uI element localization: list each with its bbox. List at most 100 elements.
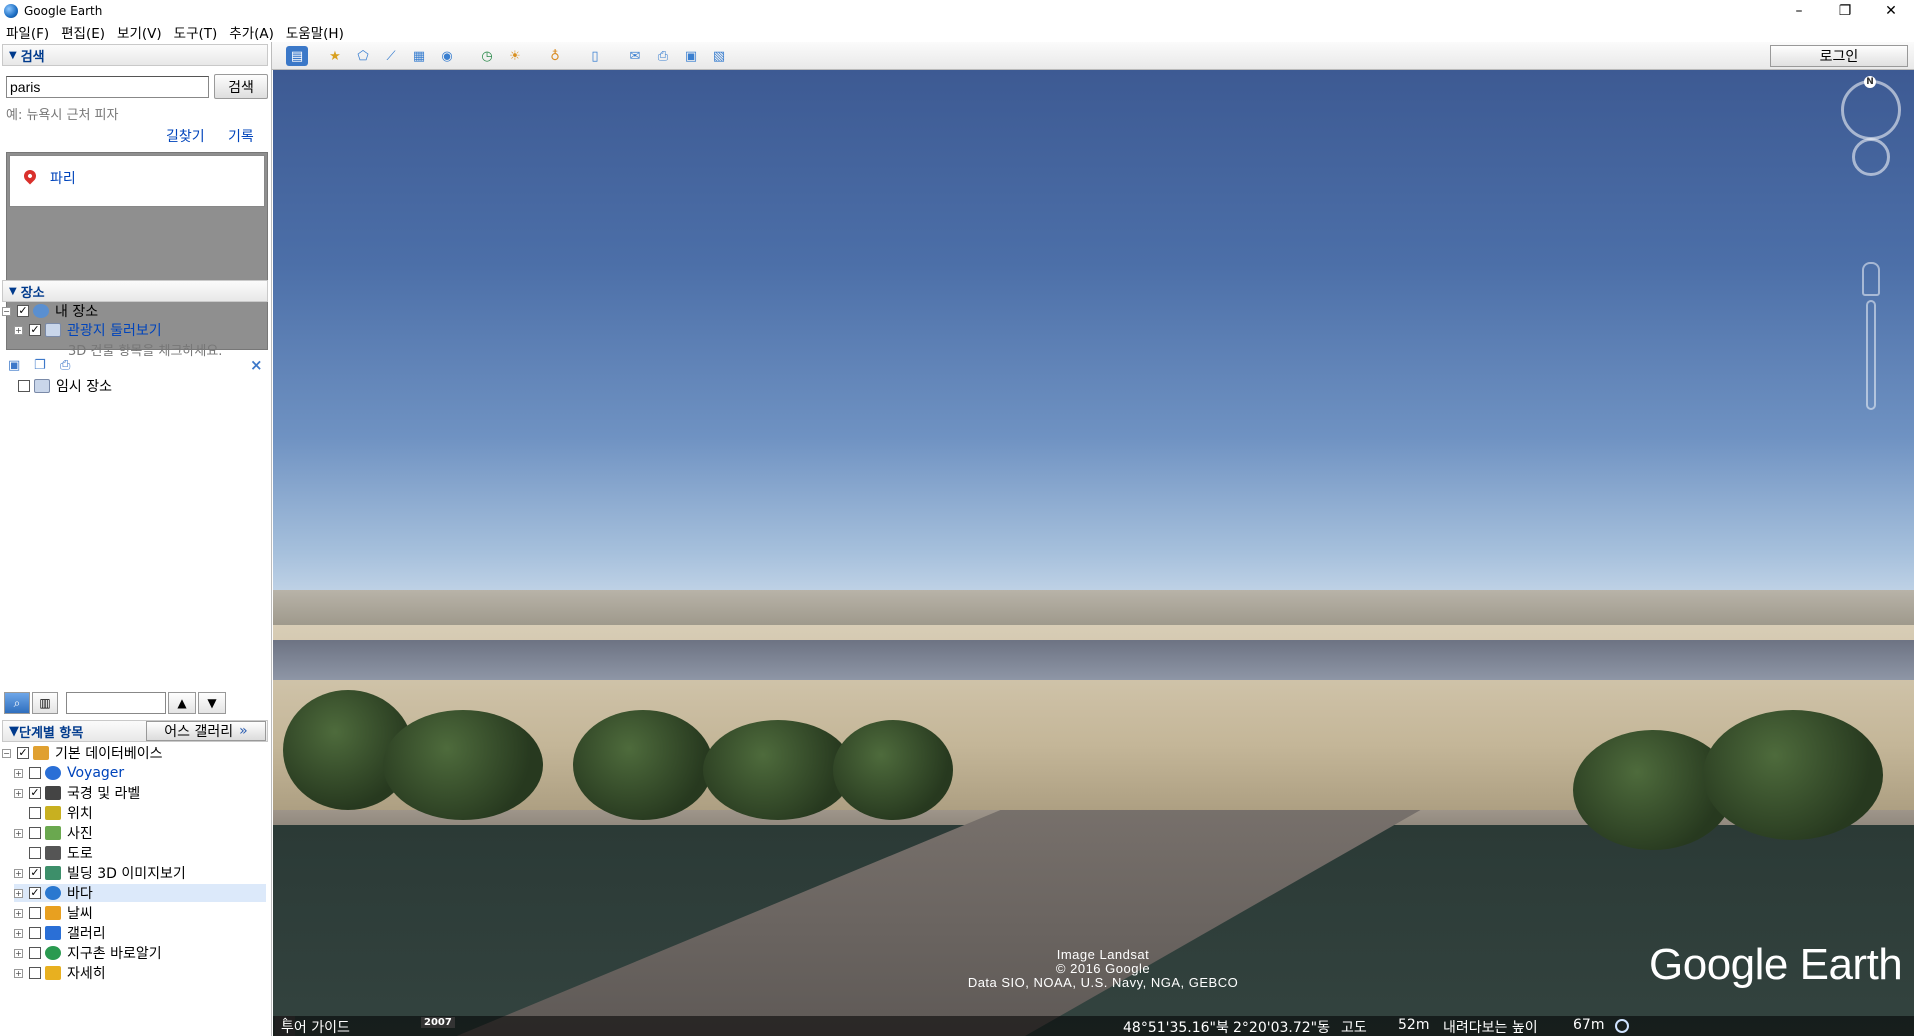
search-result-item[interactable]: 파리 (9, 155, 265, 207)
move-down-button[interactable]: ▼ (198, 692, 226, 714)
temp-places-checkbox[interactable] (18, 380, 30, 392)
copy-icon[interactable]: ❐ (34, 358, 50, 373)
expand-toggle[interactable]: + (14, 948, 23, 958)
layer-checkbox[interactable] (29, 827, 41, 839)
layer-label[interactable]: 위치 (67, 803, 93, 823)
eye-altitude-label: 내려다보는 높이 (1443, 1020, 1538, 1036)
search-button[interactable]: 검색 (214, 74, 268, 99)
tour-guide-button[interactable]: ⌃ 투어 가이드 (275, 1016, 350, 1036)
layer-label[interactable]: 날씨 (67, 903, 93, 923)
clear-results-icon[interactable]: × (250, 356, 263, 374)
sunlight-icon[interactable]: ☀ (504, 46, 526, 66)
my-places-checkbox[interactable]: ✓ (17, 305, 29, 317)
sidebar-toggle-icon[interactable]: ▤ (286, 46, 308, 66)
close-window-button[interactable]: ✕ (1868, 0, 1914, 22)
layer-label[interactable]: 기본 데이터베이스 (55, 743, 163, 763)
menu-file[interactable]: 파일(F) (6, 22, 49, 42)
collapse-toggle[interactable]: − (2, 748, 11, 758)
directions-link[interactable]: 길찾기 (166, 126, 205, 146)
menu-bar: 파일(F) 편집(E) 보기(V) 도구(T) 추가(A) 도움말(H) (0, 22, 350, 42)
collapse-triangle-icon: ▼ (9, 49, 17, 61)
layer-checkbox[interactable]: ✓ (29, 867, 41, 879)
historical-imagery-icon[interactable]: ◷ (476, 46, 498, 66)
search-section-header[interactable]: ▼ 검색 (2, 44, 268, 66)
places-filter-input[interactable] (66, 692, 166, 714)
restore-button[interactable]: ❐ (1822, 0, 1868, 22)
email-icon[interactable]: ✉ (624, 46, 646, 66)
minimize-button[interactable]: – (1776, 0, 1822, 22)
layer-checkbox[interactable] (29, 927, 41, 939)
search-mode-icon[interactable]: ⌕ (4, 692, 30, 714)
add-folder-icon[interactable]: ▣ (8, 358, 24, 373)
move-up-button[interactable]: ▲ (168, 692, 196, 714)
layer-icon (45, 806, 61, 820)
layer-checkbox[interactable] (29, 807, 41, 819)
expand-toggle[interactable]: + (14, 888, 23, 898)
add-polygon-icon[interactable]: ⬠ (352, 46, 374, 66)
layer-checkbox[interactable] (29, 847, 41, 859)
layer-label[interactable]: 사진 (67, 823, 93, 843)
print-icon[interactable]: ⎙ (652, 46, 674, 66)
login-button[interactable]: 로그인 (1770, 45, 1908, 67)
search-result-label[interactable]: 파리 (50, 168, 76, 188)
layer-label[interactable]: 지구촌 바로알기 (67, 943, 162, 963)
expand-toggle[interactable]: + (14, 968, 23, 978)
expand-toggle[interactable]: + (14, 868, 23, 878)
zoom-slider[interactable] (1866, 300, 1876, 410)
collapse-toggle[interactable]: − (2, 306, 11, 316)
view-in-maps-icon[interactable]: ▧ (708, 46, 730, 66)
expand-toggle[interactable]: + (14, 928, 23, 938)
north-indicator[interactable]: N (1864, 76, 1876, 88)
layer-checkbox[interactable]: ✓ (29, 787, 41, 799)
add-placemark-icon[interactable]: ★ (324, 46, 346, 66)
layer-checkbox[interactable] (29, 767, 41, 779)
map-pin-icon (21, 167, 39, 185)
layer-label[interactable]: Voyager (67, 765, 124, 781)
expand-toggle[interactable]: + (14, 828, 23, 838)
temp-places-label[interactable]: 임시 장소 (56, 376, 112, 396)
earth-3d-view[interactable]: Image Landsat © 2016 Google Data SIO, NO… (273, 70, 1914, 1036)
layer-checkbox[interactable] (29, 947, 41, 959)
ruler-icon[interactable]: ▯ (584, 46, 606, 66)
tour-checkbox[interactable]: ✓ (29, 324, 41, 336)
layer-label[interactable]: 자세히 (67, 963, 106, 983)
panel-toggle-icon[interactable]: ▥ (32, 692, 58, 714)
layer-label[interactable]: 갤러리 (67, 923, 106, 943)
street-view-pegman-icon[interactable] (1862, 262, 1880, 296)
layer-label[interactable]: 국경 및 라벨 (67, 783, 140, 803)
expand-toggle[interactable]: + (14, 788, 23, 798)
menu-add[interactable]: 추가(A) (229, 22, 274, 42)
menu-edit[interactable]: 편집(E) (61, 22, 105, 42)
layer-checkbox[interactable]: ✓ (29, 887, 41, 899)
layer-row: − ✓ 기본 데이터베이스 (2, 744, 163, 762)
layer-label[interactable]: 바다 (67, 883, 93, 903)
my-places-label[interactable]: 내 장소 (55, 301, 98, 321)
earth-gallery-button[interactable]: 어스 갤러리 » (146, 721, 266, 741)
history-link[interactable]: 기록 (228, 126, 254, 146)
layer-checkbox[interactable] (29, 907, 41, 919)
record-tour-icon[interactable]: ◉ (436, 46, 458, 66)
save-image-icon[interactable]: ▣ (680, 46, 702, 66)
add-image-overlay-icon[interactable]: ▦ (408, 46, 430, 66)
search-input[interactable] (6, 76, 209, 98)
print-icon[interactable]: ⎙ (60, 358, 76, 373)
planets-icon[interactable]: ♁ (544, 46, 566, 66)
layer-checkbox[interactable]: ✓ (17, 747, 29, 759)
layer-label[interactable]: 빌딩 3D 이미지보기 (67, 863, 186, 883)
expand-toggle[interactable]: + (14, 908, 23, 918)
look-ring[interactable] (1841, 80, 1901, 140)
menu-tools[interactable]: 도구(T) (174, 22, 218, 42)
imagery-year: 2007 (421, 1017, 455, 1028)
add-path-icon[interactable]: ⟋ (380, 46, 402, 66)
tour-folder-label[interactable]: 관광지 둘러보기 (67, 320, 162, 340)
menu-help[interactable]: 도움말(H) (286, 22, 344, 42)
layer-label[interactable]: 도로 (67, 843, 93, 863)
places-section-header[interactable]: ▼ 장소 (2, 280, 268, 302)
menu-view[interactable]: 보기(V) (117, 22, 162, 42)
layer-row: + 날씨 (14, 904, 93, 922)
move-joystick[interactable] (1852, 138, 1890, 176)
expand-toggle[interactable]: + (14, 768, 23, 778)
layer-checkbox[interactable] (29, 967, 41, 979)
tree (703, 720, 853, 820)
expand-toggle[interactable]: + (14, 325, 23, 335)
